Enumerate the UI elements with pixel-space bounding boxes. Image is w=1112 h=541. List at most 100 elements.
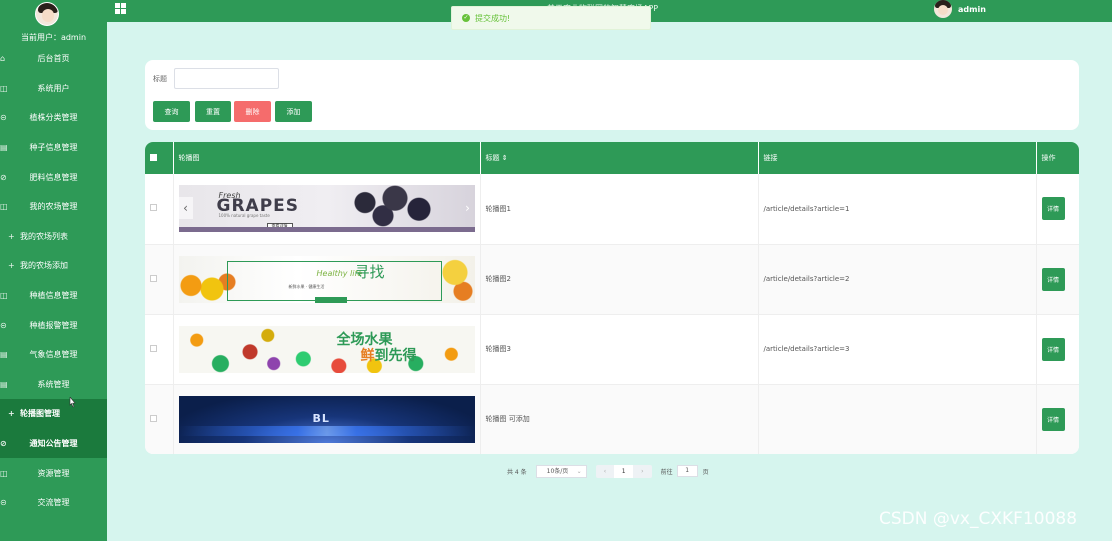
query-button[interactable]: 查询: [153, 101, 190, 122]
chevron-left-icon: ‹: [178, 197, 193, 220]
sidebar-item-label: 系统管理: [37, 379, 70, 389]
sidebar-item-label: 交流管理: [37, 498, 70, 508]
sidebar-item[interactable]: ◫ 系统用户: [0, 74, 107, 104]
sidebar-item-label: 植株分类管理: [29, 113, 78, 123]
row-checkbox[interactable]: [150, 204, 157, 212]
banner-text: 鲜: [360, 347, 375, 364]
sidebar-item-label: 后台首页: [37, 54, 70, 64]
row-title: 轮播图3: [480, 314, 759, 384]
page-size-select[interactable]: 10条/页 ⌄: [535, 464, 587, 478]
title-search-input[interactable]: [174, 68, 279, 89]
sidebar-menu: ⌂ 后台首页 ◫ 系统用户 ⊝ 植株分类管理 ▤ 种子信息管理 ⊘ 肥料信息管理 ◫ 我的农场管理 + 我…: [0, 44, 107, 518]
row-checkbox[interactable]: [150, 274, 157, 282]
pagination: 共 4 条 10条/页 ⌄ ‹ 1 › 前往 1 页: [507, 464, 709, 478]
sidebar-item[interactable]: ⊘ 肥料信息管理: [0, 162, 107, 192]
search-panel: 标题 查询 重置 删除 添加: [145, 60, 1079, 130]
row-link: /article/details?article=2: [758, 244, 1037, 314]
success-toast: ✓ 提交成功!: [451, 6, 651, 30]
sidebar-item[interactable]: ▤ 系统管理: [0, 370, 107, 400]
sidebar-item-label: 种植报警管理: [29, 320, 78, 330]
sidebar-item-label: 资源管理: [37, 468, 70, 478]
banner-text: 100% natural grape taste: [218, 213, 270, 219]
sidebar-item[interactable]: + 我的农场添加: [0, 251, 107, 281]
top-username[interactable]: admin: [958, 5, 986, 14]
sidebar-item[interactable]: ⊝ 种植报警管理: [0, 310, 107, 340]
sidebar-item-label: 系统用户: [37, 83, 70, 93]
success-check-icon: ✓: [462, 14, 470, 22]
table-row: 全场水果 鲜到先得 轮播图3 /article/details?article=…: [145, 314, 1079, 384]
reset-button[interactable]: 重置: [195, 101, 231, 122]
select-all-checkbox[interactable]: [150, 153, 157, 161]
row-link: [758, 384, 1037, 454]
sidebar-item[interactable]: ⌂ 后台首页: [0, 44, 107, 74]
watermark: CSDN @vx_CXKF10088: [879, 509, 1078, 529]
banner-text: 寻找: [354, 262, 385, 281]
chevron-down-icon: ⌄: [576, 467, 582, 475]
row-checkbox[interactable]: [150, 344, 157, 352]
title-filter-label: 标题: [153, 75, 167, 83]
row-checkbox[interactable]: [150, 414, 157, 422]
sidebar-item[interactable]: ◫ 我的农场管理: [0, 192, 107, 222]
banner-image-blue: BL: [178, 395, 475, 443]
sidebar-item-label: 种植信息管理: [29, 291, 78, 301]
table-row: Healthy life 寻找 新鲜水果 · 健康生活 轮播图2 /articl…: [145, 244, 1079, 314]
carousel-table: 轮播图 标题 ⇕ 链接 操作 Fresh GRAPES 100% natural…: [145, 142, 1079, 454]
sidebar-item-label: 我的农场管理: [29, 202, 78, 212]
page-buttons: ‹ 1 ›: [595, 464, 652, 478]
sidebar-item[interactable]: ▤ 气象信息管理: [0, 340, 107, 370]
goto-page-input[interactable]: 1: [676, 465, 698, 477]
detail-button[interactable]: 详情: [1041, 337, 1065, 361]
page-size-value: 10条/页: [546, 467, 569, 475]
sidebar-item-label: 我的农场列表: [20, 231, 68, 241]
sidebar-item-label: 种子信息管理: [29, 143, 78, 153]
col-action-header: 操作: [1036, 142, 1079, 174]
banner-image-healthy: Healthy life 寻找 新鲜水果 · 健康生活: [178, 255, 475, 303]
goto-label: 前往: [660, 468, 673, 476]
sidebar-item-label: 气象信息管理: [29, 350, 78, 360]
banner-text: 到先得: [374, 347, 417, 364]
row-title: 轮播图1: [480, 174, 759, 244]
delete-button[interactable]: 删除: [234, 101, 271, 122]
page-unit-label: 页: [702, 468, 709, 476]
top-avatar[interactable]: [934, 0, 952, 18]
sidebar-item-label: 通知公告管理: [29, 439, 78, 449]
col-link-header: 链接: [758, 142, 1037, 174]
sidebar-item[interactable]: ◫ 种植信息管理: [0, 281, 107, 311]
table-row: BL 轮播图 可添加 详情: [145, 384, 1079, 454]
sidebar-item-label: 肥料信息管理: [29, 172, 78, 182]
sidebar-item[interactable]: ⊝ 植株分类管理: [0, 103, 107, 133]
avatar[interactable]: [35, 2, 59, 26]
sidebar-item[interactable]: ◫ 资源管理: [0, 458, 107, 488]
mouse-cursor-icon: [69, 397, 76, 408]
current-page[interactable]: 1: [614, 464, 633, 478]
add-button[interactable]: 添加: [275, 101, 312, 122]
row-link: /article/details?article=1: [758, 174, 1037, 244]
detail-button[interactable]: 详情: [1041, 197, 1065, 221]
sidebar-item[interactable]: ▤ 种子信息管理: [0, 133, 107, 163]
row-title: 轮播图2: [480, 244, 759, 314]
chevron-right-icon: ›: [465, 201, 470, 216]
total-count: 共 4 条: [507, 468, 527, 476]
row-title: 轮播图 可添加: [480, 384, 759, 454]
detail-button[interactable]: 详情: [1041, 407, 1065, 431]
plus-icon: +: [8, 231, 15, 241]
sidebar: 当前用户：admin ⌂ 后台首页 ◫ 系统用户 ⊝ 植株分类管理 ▤ 种子信息管理 ⊘ 肥料信息…: [0, 0, 107, 541]
grid-menu-icon[interactable]: [115, 3, 126, 14]
sidebar-item[interactable]: ⊝ 交流管理: [0, 488, 107, 518]
banner-image-grapes: Fresh GRAPES 100% natural grape taste 查看…: [178, 185, 475, 233]
current-user-label: 当前用户：admin: [20, 33, 87, 42]
sidebar-item[interactable]: ⊘ 通知公告管理: [0, 428, 107, 459]
plus-icon: +: [8, 261, 15, 271]
banner-image-fruits: 全场水果 鲜到先得: [178, 325, 475, 373]
sidebar-item[interactable]: + 轮播图管理: [0, 399, 107, 429]
col-title-header[interactable]: 标题 ⇕: [480, 142, 759, 174]
sidebar-item[interactable]: + 我的农场列表: [0, 222, 107, 252]
detail-button[interactable]: 详情: [1041, 267, 1065, 291]
table-header-row: 轮播图 标题 ⇕ 链接 操作: [145, 142, 1079, 174]
next-page-button[interactable]: ›: [633, 465, 652, 478]
toast-message: 提交成功!: [475, 13, 511, 23]
banner-text: BL: [312, 411, 330, 425]
banner-text: 新鲜水果 · 健康生活: [288, 283, 325, 289]
row-link: /article/details?article=3: [758, 314, 1037, 384]
prev-page-button[interactable]: ‹: [596, 465, 615, 478]
